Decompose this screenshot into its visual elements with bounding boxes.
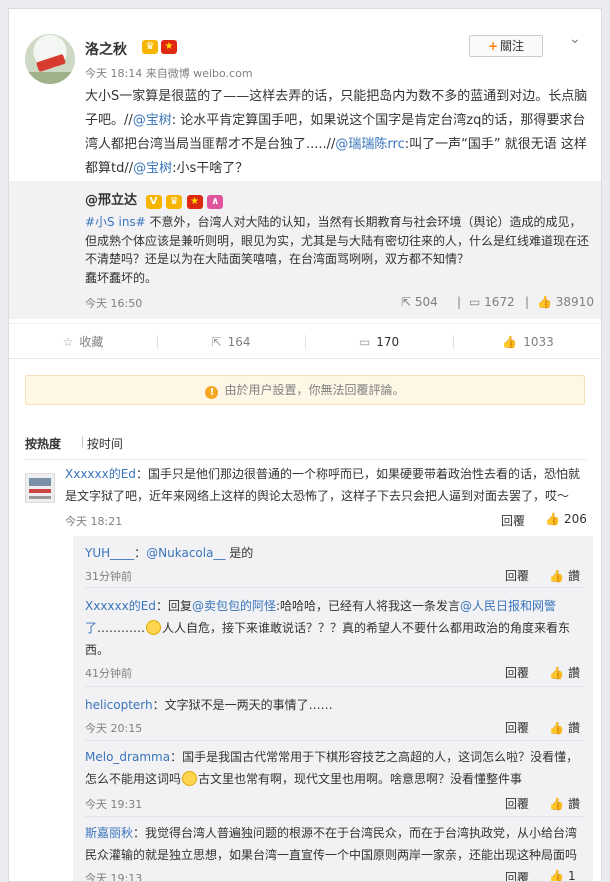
sub-like-button[interactable]: 👍 1 — [549, 869, 576, 882]
repost-reposts[interactable]: ⇱ 504 — [401, 295, 438, 309]
share-icon: ⇱ — [211, 335, 222, 349]
post-content: 大小S一家算是很蓝的了——这样去弄的话，只能把岛内为数不多的蓝通到对边。长点脑子… — [85, 89, 588, 176]
emoji-icon — [182, 771, 198, 786]
sep-2: | — [525, 295, 530, 309]
comment-author[interactable]: Xxxxxx的Ed — [65, 467, 136, 481]
sub-comment-time: 41分钟前 — [85, 667, 132, 680]
china-flag-icon: ★ — [161, 40, 177, 54]
action-bar: ☆ 收藏 ⇱ 164 ▭ 170 👍 1033 — [9, 323, 601, 360]
sub-comment-time: 今天 19:31 — [85, 798, 143, 811]
sub-like-button[interactable]: 👍 讚 — [549, 567, 580, 584]
warning-icon: ! — [205, 386, 219, 399]
share-icon: ⇱ — [401, 295, 412, 309]
china-flag-icon: ★ — [186, 195, 203, 209]
reply-disabled-notice: ! 由於用户設置，你無法回覆評論。 — [25, 375, 585, 405]
thumb-icon: 👍 — [549, 797, 564, 811]
follow-button[interactable]: + 關注 — [469, 35, 543, 57]
repost-likes[interactable]: 👍 38910 — [537, 295, 594, 309]
sep-1: | — [457, 295, 462, 309]
thumb-icon: 👍 — [549, 666, 564, 680]
mention-baoshu-2[interactable]: @宝树 — [133, 161, 172, 176]
commenter-avatar[interactable] — [25, 473, 55, 503]
repost-author: @邢立达 V ♛ ★ ∧ — [85, 189, 224, 209]
collect-button[interactable]: ☆ 收藏 — [9, 324, 157, 360]
vip-icon: ♛ — [166, 195, 183, 209]
post-time[interactable]: 今天 18:14 — [85, 67, 142, 80]
sub-comment: Xxxxxx的Ed：回复@卖包包的阿怪:哈哈哈，已经有人将我这一条发言@人民日报… — [85, 599, 571, 657]
weibo-card: 洛之秋 ♛ ★ + 關注 ⌄ 今天 18:14 来自微博 weibo.com 大小… — [8, 8, 602, 882]
sub-comment-time: 31分钟前 — [85, 570, 132, 583]
repost-comments[interactable]: ▭ 1672 — [469, 295, 515, 309]
post-source[interactable]: 来自微博 weibo.com — [146, 67, 253, 80]
mention-baoshu[interactable]: @宝树 — [133, 113, 172, 128]
author-avatar[interactable] — [25, 34, 75, 84]
sub-like-button[interactable]: 👍 讚 — [549, 795, 580, 812]
verified-icon: V — [145, 195, 162, 209]
comment-button[interactable]: ▭ 170 — [305, 324, 453, 360]
post-meta: 今天 18:14 来自微博 weibo.com — [85, 65, 253, 81]
repost-text: #小S ins# 不意外，台湾人对大陆的认知，当然有长期教育与社会环境（舆论）造… — [85, 215, 590, 285]
emoji-icon — [146, 620, 162, 635]
comment-like-button[interactable]: 👍 206 — [545, 512, 587, 526]
thumb-icon: 👍 — [537, 295, 552, 309]
repost-button[interactable]: ⇱ 164 — [157, 324, 305, 360]
badge-icon: ∧ — [207, 195, 224, 209]
sort-tabs: 按热度 按时间 — [25, 435, 123, 452]
chevron-down-icon[interactable]: ⌄ — [569, 31, 581, 47]
mention-ruiruichen[interactable]: @瑞瑞陈rrc — [335, 137, 404, 152]
sub-like-button[interactable]: 👍 讚 — [549, 664, 580, 681]
like-button[interactable]: 👍 1033 — [453, 324, 601, 360]
sub-comment-time: 今天 20:15 — [85, 722, 143, 735]
author-name[interactable]: 洛之秋 — [85, 39, 127, 59]
sort-time[interactable]: 按时间 — [87, 437, 123, 451]
sub-comment: helicopterh：文字狱不是一两天的事情了…… — [85, 698, 333, 712]
repost-time[interactable]: 今天 16:50 — [85, 295, 142, 311]
sort-hot[interactable]: 按热度 — [25, 437, 61, 451]
thumb-icon: 👍 — [502, 335, 518, 349]
sub-comment-time: 今天 19:13 — [85, 872, 143, 882]
thumb-icon: 👍 — [549, 869, 564, 882]
sub-reply-button[interactable]: 回覆 — [505, 567, 529, 584]
sub-comments: YUH____：@Nukacola__ 是的 31分钟前 回覆 👍 讚 Xxxxx… — [73, 536, 593, 882]
sub-comment: 斯嘉丽秋：我觉得台湾人普遍独问题的根源不在于台湾民众，而在于台湾执政党，从小给台… — [85, 826, 578, 862]
sub-comment: YUH____：@Nukacola__ 是的 — [85, 546, 254, 560]
hashtag[interactable]: #小S ins# — [85, 215, 146, 229]
star-icon: ☆ — [62, 335, 74, 349]
sub-reply-button[interactable]: 回覆 — [505, 869, 529, 881]
comment-icon: ▭ — [469, 295, 481, 309]
thumb-icon: 👍 — [549, 721, 564, 735]
comment-time: 今天 18:21 — [65, 515, 123, 528]
thumb-icon: 👍 — [545, 512, 560, 526]
repost-block: @邢立达 V ♛ ★ ∧ #小S ins# 不意外，台湾人对大陆的认知，当然有长… — [9, 181, 601, 319]
sub-like-button[interactable]: 👍 讚 — [549, 719, 580, 736]
sub-reply-button[interactable]: 回覆 — [505, 719, 529, 736]
comment-icon: ▭ — [358, 335, 371, 349]
sub-reply-button[interactable]: 回覆 — [505, 795, 529, 812]
top-comment: Xxxxxx的Ed：国手只是他们那边很普通的一个称呼而已，如果硬要带着政治性去看… — [65, 467, 580, 503]
sub-reply-button[interactable]: 回覆 — [505, 664, 529, 681]
thumb-icon: 👍 — [549, 569, 564, 583]
comment-reply-button[interactable]: 回覆 — [501, 512, 525, 529]
vip-icon: ♛ — [142, 40, 158, 54]
sub-comment: Melo_dramma：国手是我国古代常常用于下棋形容技艺之高超的人，这词怎么啦… — [85, 750, 579, 786]
